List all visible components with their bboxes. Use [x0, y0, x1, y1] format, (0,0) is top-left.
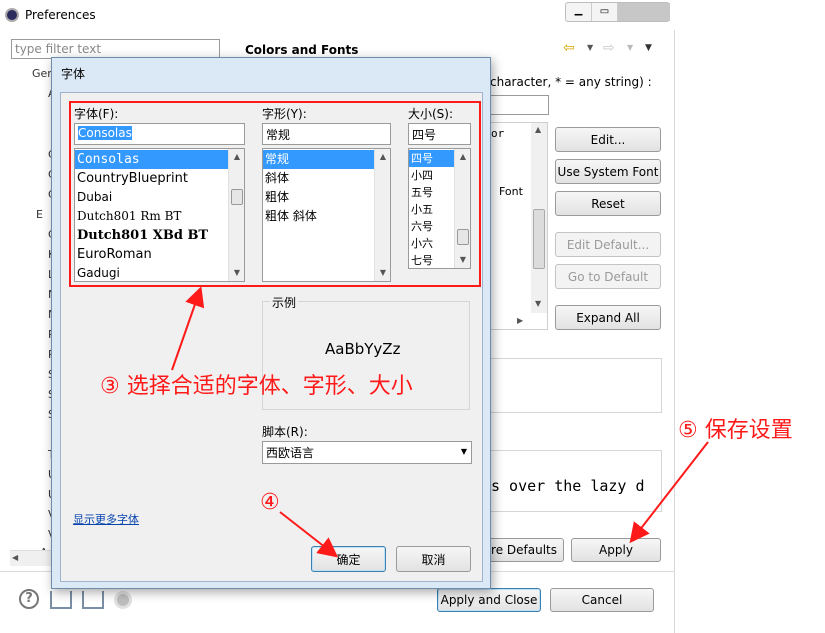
arrow-step5 [629, 441, 709, 544]
annotation-step4: ④ [260, 490, 280, 515]
annotation-step3: ③ 选择合适的字体、字形、大小 [100, 374, 413, 399]
arrow-step3 [171, 286, 205, 371]
annotation-step5: ⑤ 保存设置 [678, 418, 793, 443]
arrow-step4 [279, 511, 339, 558]
annotation-arrows [171, 286, 709, 558]
